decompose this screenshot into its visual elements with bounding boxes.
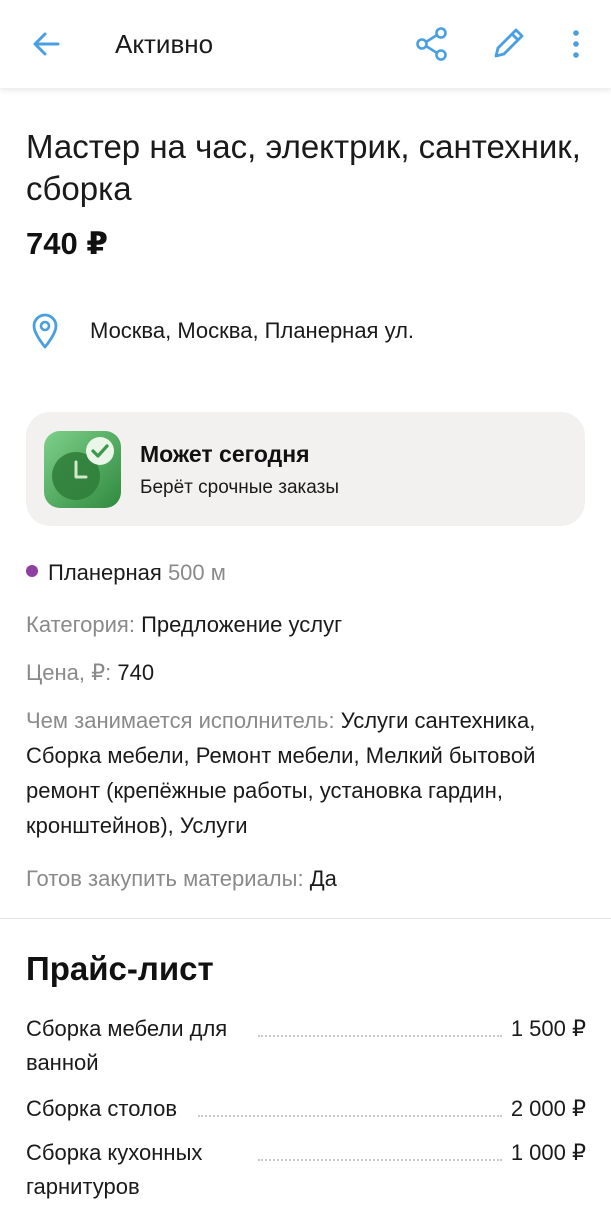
dotted-leader: [258, 1035, 502, 1037]
clock-check-icon: [44, 431, 121, 508]
share-icon[interactable]: [414, 26, 450, 62]
page-title: Активно: [115, 29, 214, 59]
availability-card: Может сегодня Берёт срочные заказы: [26, 412, 585, 526]
listing-title: Мастер на час, электрик, сантехник, сбор…: [26, 128, 581, 207]
detail-price: Цена, ₽: 740: [26, 655, 586, 690]
price-item-name: Сборка кухонных гарнитуров: [26, 1140, 203, 1199]
price-item-name: Сборка мебели для ванной: [26, 1016, 228, 1075]
location-address[interactable]: Москва, Москва, Планерная ул.: [90, 316, 414, 346]
location-pin-icon: [32, 313, 58, 349]
listing-price: 740 ₽: [26, 226, 108, 261]
detail-label: Чем занимается исполнитель:: [26, 708, 335, 733]
dotted-leader: [258, 1159, 502, 1161]
price-list-item: Сборка мебели для ванной 1 500 ₽: [26, 1012, 586, 1082]
detail-value: 740: [111, 660, 155, 685]
detail-services: Чем занимается исполнитель: Услуги санте…: [26, 703, 586, 843]
detail-category: Категория: Предложение услуг: [26, 607, 586, 642]
detail-label: Категория:: [26, 612, 135, 637]
metro-station: Планерная 500 м: [26, 558, 226, 588]
more-vertical-icon[interactable]: [566, 26, 586, 62]
price-item-value: 1 500 ₽: [510, 1016, 586, 1041]
detail-label: Готов закупить материалы:: [26, 866, 304, 891]
detail-value: Да: [303, 866, 337, 891]
back-arrow-icon[interactable]: [30, 28, 62, 60]
price-list-item: Сборка кухонных гарнитуров 1 000 ₽: [26, 1136, 586, 1206]
price-item-value: 1 000 ₽: [510, 1140, 586, 1165]
dotted-leader: [198, 1115, 502, 1117]
detail-label: Цена, ₽:: [26, 660, 112, 685]
metro-station-name: Планерная: [48, 560, 162, 585]
availability-subtitle: Берёт срочные заказы: [140, 477, 339, 498]
price-list-title: Прайс-лист: [26, 950, 214, 987]
detail-value: Предложение услуг: [134, 612, 343, 637]
price-list-item: Сборка столов 2 000 ₽: [26, 1092, 586, 1126]
price-item-value: 2 000 ₽: [510, 1096, 586, 1121]
edit-pencil-icon[interactable]: [490, 24, 528, 62]
price-item-name: Сборка столов: [26, 1096, 178, 1121]
top-app-bar: Активно: [0, 0, 611, 88]
metro-distance: 500 м: [167, 560, 226, 585]
detail-materials: Готов закупить материалы: Да: [26, 861, 586, 896]
availability-title: Может сегодня: [140, 441, 310, 467]
section-divider: [0, 918, 611, 919]
metro-line-dot: [26, 565, 38, 577]
